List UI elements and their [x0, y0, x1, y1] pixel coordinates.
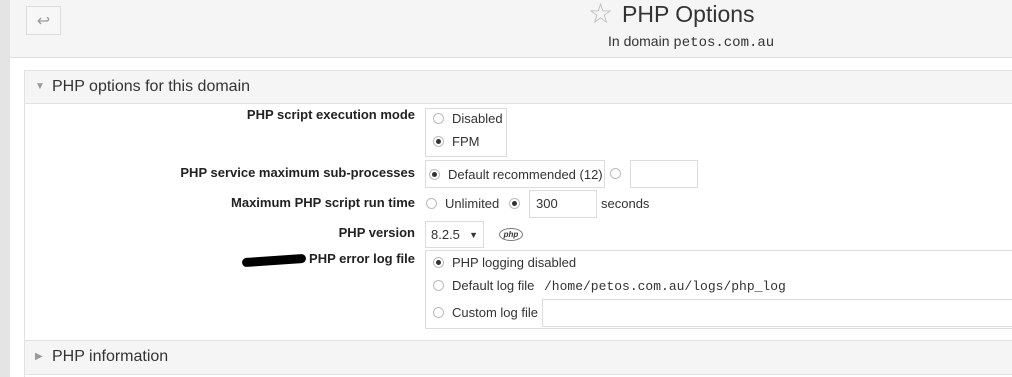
radio-disabled[interactable] — [433, 113, 444, 124]
back-button[interactable]: ↩ — [26, 6, 61, 35]
radio-runtime-value[interactable] — [509, 198, 520, 209]
error-log-custom-option[interactable]: Custom log file — [433, 305, 538, 320]
runtime-unit: seconds — [601, 196, 650, 211]
subprocesses-default-option[interactable]: Default recommended (12) — [429, 167, 603, 182]
dropdown-arrow-icon: ▼ — [469, 229, 478, 240]
section-php-options-header[interactable]: ▼ PHP options for this domain — [25, 70, 1012, 104]
runtime-unlimited-option[interactable]: Unlimited — [426, 196, 499, 211]
caret-right-icon: ▶ — [35, 351, 43, 362]
page-header: ↩ — [10, 0, 1012, 58]
caret-down-icon: ▼ — [35, 81, 45, 92]
return-arrow-icon: ↩ — [36, 12, 51, 30]
php-version-select[interactable]: 8.2.5 ▼ — [425, 221, 484, 248]
option-label: Unlimited — [445, 196, 500, 211]
max-runtime-label: Maximum PHP script run time — [231, 195, 415, 210]
radio-subprocesses-custom[interactable] — [610, 168, 621, 179]
exec-mode-label: PHP script execution mode — [246, 107, 415, 122]
option-label: Custom log file — [452, 305, 538, 320]
page-title: PHP Options — [622, 1, 755, 27]
section-title: PHP information — [52, 348, 169, 365]
section-php-information-header[interactable]: ▶ PHP information — [25, 340, 1012, 375]
php-logo-icon: php — [499, 228, 523, 241]
option-label: Default log file — [452, 278, 535, 293]
max-subprocesses-label: PHP service maximum sub-processes — [180, 165, 415, 180]
subprocesses-custom-input[interactable] — [630, 160, 698, 188]
runtime-value-input[interactable]: 300 — [529, 190, 597, 218]
php-version-value: 8.2.5 — [431, 227, 460, 242]
radio-fpm[interactable] — [433, 136, 444, 147]
page-subtitle: In domain petos.com.au — [608, 33, 774, 51]
error-log-default-option[interactable]: Default log file — [433, 278, 534, 293]
radio-log-disabled[interactable] — [433, 257, 444, 268]
radio-unlimited[interactable] — [426, 198, 437, 209]
default-log-path: /home/petos.com.au/logs/php_log — [544, 279, 786, 294]
radio-log-default[interactable] — [433, 280, 444, 291]
radio-default[interactable] — [429, 169, 440, 180]
left-sidebar-strip — [0, 0, 10, 377]
php-version-label: PHP version — [338, 225, 415, 240]
option-label: Default recommended (12) — [448, 167, 603, 182]
main-content: ▼ PHP options for this domain PHP script… — [24, 70, 1012, 377]
option-label: FPM — [452, 134, 480, 149]
option-label: PHP logging disabled — [452, 255, 577, 270]
error-log-disabled-option[interactable]: PHP logging disabled — [433, 255, 576, 270]
exec-mode-fpm-option[interactable]: FPM — [433, 134, 479, 149]
bookmark-star-icon[interactable]: ☆ — [588, 0, 613, 28]
error-log-label: PHP error log file — [309, 251, 415, 266]
subtitle-prefix: In domain — [608, 33, 670, 49]
section-title: PHP options for this domain — [52, 78, 251, 95]
radio-log-custom[interactable] — [433, 307, 444, 318]
exec-mode-disabled-option[interactable]: Disabled — [433, 111, 503, 126]
option-label: Disabled — [452, 111, 503, 126]
domain-name: petos.com.au — [673, 35, 775, 51]
custom-log-input[interactable] — [542, 299, 1012, 327]
